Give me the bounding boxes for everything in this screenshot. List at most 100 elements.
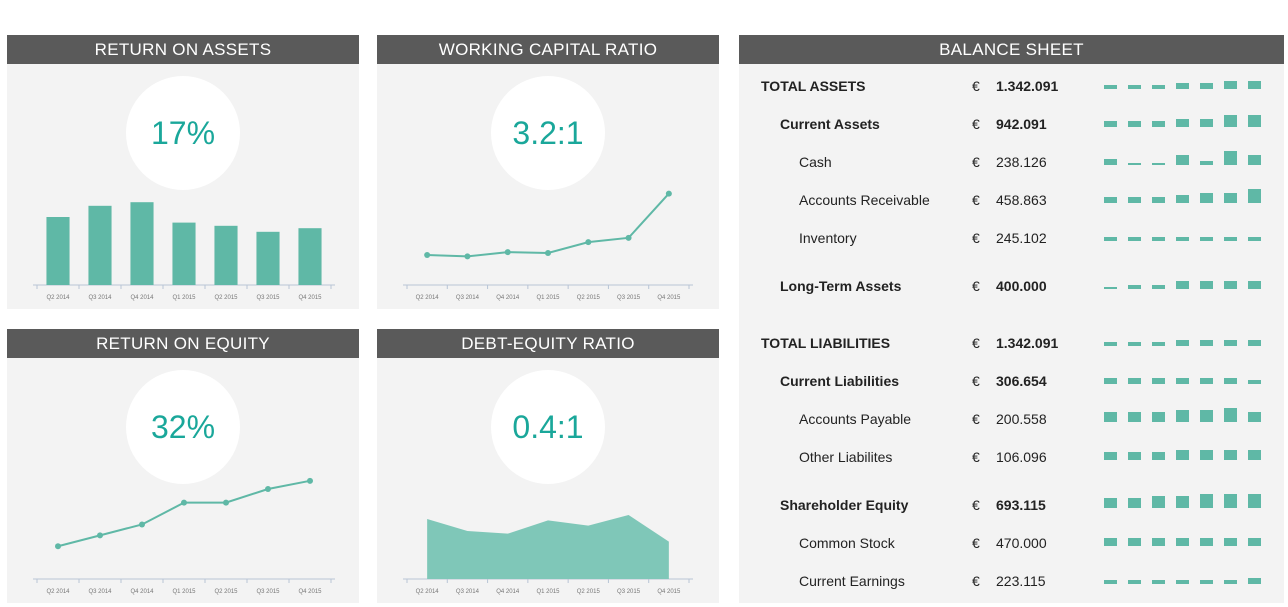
balance-sheet-row-label: Shareholder Equity [780, 497, 909, 513]
balance-sheet-row-value: 223.115 [996, 573, 1046, 589]
x-tick-label: Q4 2015 [657, 589, 681, 595]
spark-bar [1200, 83, 1213, 89]
point-q4-2014 [504, 249, 511, 256]
debt-equity-ratio-chart: Q2 2014 Q3 2014 Q4 2014 Q1 2015 Q2 2015 Q3 20… [403, 515, 693, 595]
x-tick-label: Q3 2014 [456, 295, 480, 301]
balance-sheet-sparkbars [1104, 237, 1261, 241]
balance-sheet-sparkbars [1104, 494, 1261, 508]
spark-bar [1128, 237, 1141, 241]
point-q2-2015 [223, 499, 229, 506]
balance-sheet-row-label: TOTAL ASSETS [761, 78, 866, 94]
balance-sheet-row: Accounts Receivable €458.863 [739, 189, 1284, 211]
balance-sheet-row-value: 200.558 [996, 411, 1047, 427]
spark-bar [1224, 450, 1237, 460]
currency-symbol: € [972, 535, 980, 551]
bar-q4-2014 [130, 202, 154, 285]
point-q1-2015 [545, 250, 551, 256]
spark-bar [1224, 115, 1237, 127]
spark-bar [1224, 237, 1237, 241]
balance-sheet-sparkbars [1104, 408, 1261, 422]
spark-bar [1176, 195, 1189, 203]
balance-sheet-row-label: Long-Term Assets [780, 278, 902, 294]
balance-sheet-sparkbars [1104, 578, 1261, 584]
return-on-assets-panel: RETURN ON ASSETS 17% Q2 2014 Q3 2014 Q4 20… [7, 35, 359, 309]
spark-bar [1248, 494, 1261, 508]
balance-sheet-row: Current Earnings €223.115 [739, 570, 1284, 592]
currency-symbol: € [972, 449, 980, 465]
series-area [427, 515, 669, 579]
spark-bar [1104, 237, 1117, 241]
spark-bar [1176, 450, 1189, 460]
spark-bar [1200, 494, 1213, 508]
spark-bar [1200, 340, 1213, 346]
currency-symbol: € [972, 116, 980, 132]
spark-bar [1128, 580, 1141, 584]
spark-bar [1176, 496, 1189, 508]
spark-bar [1104, 452, 1117, 460]
balance-sheet-row-label: Current Assets [780, 116, 880, 132]
spark-bar [1224, 81, 1237, 89]
x-tick-label: Q4 2014 [130, 589, 154, 595]
x-tick-label: Q2 2015 [577, 589, 601, 595]
spark-bar [1248, 412, 1261, 422]
spark-bar [1176, 410, 1189, 422]
spark-bar [1248, 237, 1261, 241]
spark-bar [1104, 538, 1117, 546]
spark-bar [1152, 163, 1165, 165]
balance-sheet-row: Accounts Payable €200.558 [739, 408, 1284, 430]
spark-bar [1224, 281, 1237, 289]
x-tick-label: Q3 2015 [256, 589, 280, 595]
x-tick-label: Q1 2015 [172, 589, 196, 595]
x-tick-label: Q1 2015 [536, 589, 560, 595]
point-q3-2015 [265, 486, 271, 492]
currency-symbol: € [972, 411, 980, 427]
spark-bar [1176, 340, 1189, 346]
spark-bar [1128, 538, 1141, 546]
spark-bar [1224, 193, 1237, 203]
point-q3-2015 [625, 234, 632, 241]
point-q4-2015 [665, 190, 672, 197]
spark-bar [1152, 121, 1165, 127]
spark-bar [1104, 412, 1117, 422]
balance-sheet-sparkbars [1104, 378, 1261, 384]
balance-sheet-row-value: 1.342.091 [996, 335, 1059, 351]
working-capital-ratio-chart: Q2 2014 Q3 2014 Q4 2014 Q1 2015 Q2 2015 Q3 20… [403, 190, 693, 301]
spark-bar [1152, 237, 1165, 241]
spark-bar [1200, 161, 1213, 165]
balance-sheet-row-value: 470.000 [996, 535, 1047, 551]
return-on-equity-chart: Q2 2014 Q3 2014 Q4 2014 Q1 2015 Q2 2015 Q3 20… [33, 477, 335, 595]
spark-bar [1104, 85, 1117, 89]
x-tick-label: Q4 2014 [496, 589, 520, 595]
spark-bar [1104, 159, 1117, 165]
series-line [57, 479, 311, 548]
spark-bar [1248, 155, 1261, 165]
balance-sheet-row: Other Liabilites €106.096 [739, 446, 1284, 468]
balance-sheet-row-label: Inventory [799, 230, 857, 246]
spark-bar [1176, 378, 1189, 384]
spark-bar [1152, 197, 1165, 203]
spark-bar [1128, 163, 1141, 165]
spark-bar [1200, 450, 1213, 460]
spark-bar [1248, 380, 1261, 384]
currency-symbol: € [972, 335, 980, 351]
balance-sheet-row: Current Assets €942.091 [739, 113, 1284, 135]
balance-sheet-sparkbars [1104, 115, 1261, 127]
series-line [427, 192, 670, 258]
balance-sheet-row: Shareholder Equity €693.115 [739, 494, 1284, 516]
balance-sheet-row: TOTAL ASSETS €1.342.091 [739, 75, 1284, 97]
spark-bar [1248, 578, 1261, 584]
balance-sheet-row-label: Current Liabilities [780, 373, 900, 389]
spark-bar [1152, 412, 1165, 422]
balance-sheet-row: Cash €238.126 [739, 151, 1284, 173]
x-tick-label: Q3 2014 [456, 589, 480, 595]
spark-bar [1176, 237, 1189, 241]
spark-bar [1104, 498, 1117, 508]
balance-sheet-row: Current Liabilities €306.654 [739, 370, 1284, 392]
spark-bar [1224, 580, 1237, 584]
balance-sheet-row-label: Common Stock [799, 535, 895, 551]
spark-bar [1128, 85, 1141, 89]
point-q3-2014 [97, 532, 103, 539]
spark-bar [1152, 580, 1165, 584]
x-tick-label: Q2 2014 [416, 589, 440, 595]
x-tick-label: Q2 2015 [214, 589, 238, 595]
